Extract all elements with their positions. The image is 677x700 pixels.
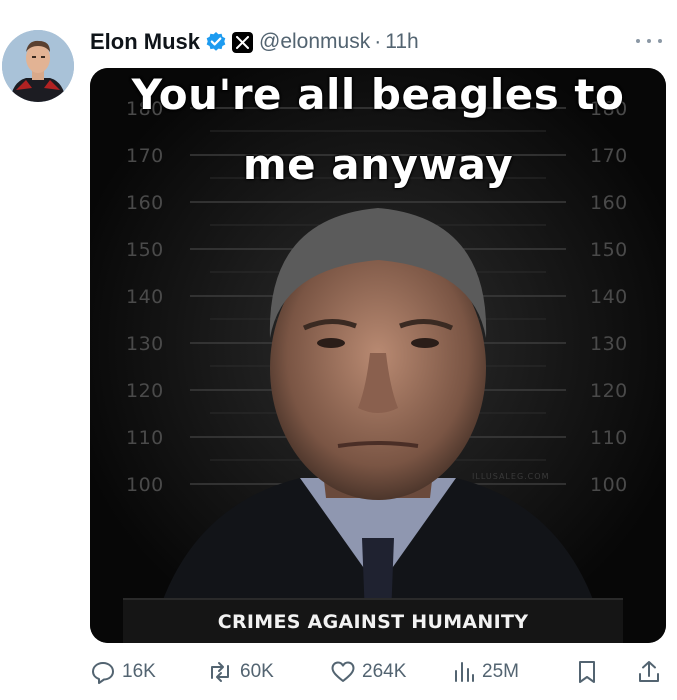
- image-watermark: ILLUSALEG.COM: [472, 472, 550, 481]
- ruler-number: 120: [126, 380, 164, 402]
- like-count: 264K: [362, 661, 407, 682]
- reply-button[interactable]: 16K: [90, 652, 156, 692]
- ruler-number: 110: [590, 427, 628, 449]
- ruler-number: 140: [126, 286, 164, 308]
- bookmark-button[interactable]: [576, 652, 598, 692]
- meme-caption-line-1: You're all beagles to: [131, 70, 625, 119]
- ruler-number: 140: [590, 286, 628, 308]
- x-logo-icon[interactable]: [232, 31, 254, 53]
- tweet-actions-bar: 16K 60K 264K 25M: [0, 652, 677, 694]
- ruler-number: 150: [126, 239, 164, 261]
- ruler-number: 160: [126, 192, 164, 214]
- repost-count: 60K: [240, 661, 274, 682]
- views-count: 25M: [482, 661, 519, 682]
- like-button[interactable]: 264K: [330, 652, 406, 692]
- ruler-number: 110: [126, 427, 164, 449]
- tweet-timestamp[interactable]: 11h: [385, 30, 418, 54]
- author-handle[interactable]: @elonmusk: [259, 30, 370, 54]
- ruler-number: 130: [126, 333, 164, 355]
- share-button[interactable]: [637, 652, 661, 692]
- meme-bottom-label: CRIMES AGAINST HUMANITY: [123, 598, 623, 643]
- bookmark-icon: [576, 659, 598, 685]
- more-dots-icon[interactable]: [636, 34, 662, 48]
- ruler-number: 130: [590, 333, 628, 355]
- ruler-number: 160: [590, 192, 628, 214]
- verified-badge-icon: [205, 31, 227, 53]
- tweet-media-image[interactable]: 180 170 160 150 140 130 120 110 100 180 …: [90, 68, 666, 643]
- avatar-image: [2, 30, 74, 102]
- views-chart-icon: [452, 659, 476, 685]
- tweet[interactable]: Elon Musk @elonmusk · 11h 180 170 160 15…: [0, 0, 677, 700]
- reply-count: 16K: [122, 661, 156, 682]
- repost-icon: [206, 659, 234, 685]
- share-icon: [637, 659, 661, 685]
- author-name[interactable]: Elon Musk: [90, 29, 200, 55]
- ruler-number: 100: [126, 474, 164, 496]
- ruler-number: 100: [590, 474, 628, 496]
- ruler-number: 150: [590, 239, 628, 261]
- reply-icon: [90, 659, 116, 685]
- heart-icon: [330, 659, 356, 685]
- ruler-number: 120: [590, 380, 628, 402]
- avatar[interactable]: [2, 30, 74, 102]
- separator-dot: ·: [374, 30, 382, 53]
- tweet-header: Elon Musk @elonmusk · 11h: [90, 26, 419, 58]
- meme-caption-line-2: me anyway: [242, 140, 514, 189]
- views-button[interactable]: 25M: [452, 652, 519, 692]
- repost-button[interactable]: 60K: [206, 652, 274, 692]
